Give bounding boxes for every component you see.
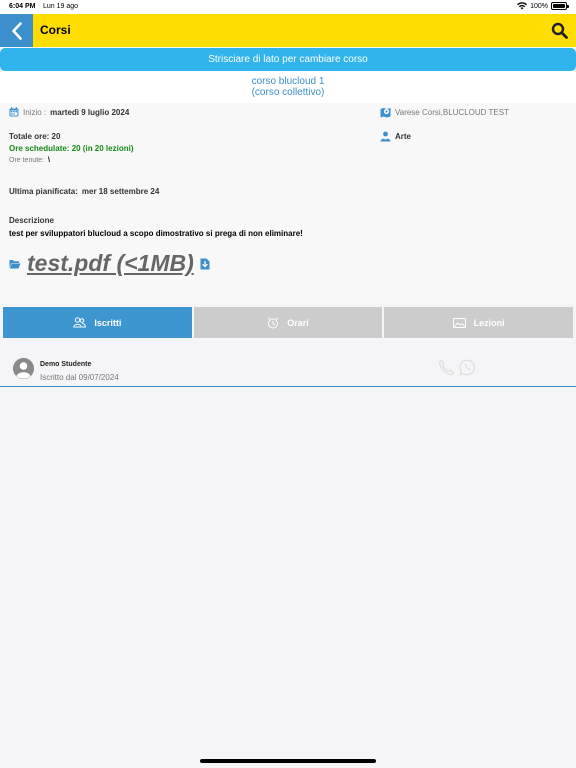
folder-open-icon xyxy=(9,259,21,268)
tab-bar: Iscritti Orari Lezioni xyxy=(3,307,574,338)
start-date: martedì 9 luglio 2024 xyxy=(50,107,130,117)
last-planned-label: Ultima pianificata: xyxy=(9,187,78,196)
subject-row: Arte xyxy=(380,131,411,142)
calendar-icon xyxy=(9,107,19,117)
back-button[interactable] xyxy=(0,14,33,47)
last-planned-row: Ultima pianificata: mer 18 settembre 24 xyxy=(9,187,159,196)
alarm-clock-icon xyxy=(267,316,279,328)
file-download-icon[interactable] xyxy=(200,258,210,270)
location-text: Varese Corsi,BLUCLOUD TEST xyxy=(395,108,509,117)
total-hours: Totale ore: 20 xyxy=(9,132,60,141)
last-planned-value: mer 18 settembre 24 xyxy=(81,187,160,196)
scheduled-hours: Ore schedulate: 20 (in 20 lezioni) xyxy=(9,144,133,153)
teacher-icon xyxy=(380,131,391,142)
subject-text: Arte xyxy=(395,132,412,141)
battery-percent: 100% xyxy=(530,2,548,10)
list-item[interactable]: Demo Studente Iscritto dal 09/07/2024 xyxy=(0,349,576,387)
course-details: corso blucloud 1 (corso collettivo) Iniz… xyxy=(0,71,576,304)
home-indicator xyxy=(200,759,376,763)
held-label: Ore tenute: xyxy=(9,157,45,164)
users-icon xyxy=(73,317,87,328)
image-icon xyxy=(452,317,466,328)
held-hours-row: Ore tenute: \ xyxy=(9,157,50,164)
user-avatar-icon xyxy=(13,358,34,379)
contact-actions xyxy=(438,359,476,376)
swipe-hint-banner: Strisciare di lato per cambiare corso xyxy=(0,48,576,71)
avatar xyxy=(13,358,34,379)
tab-orari[interactable]: Orari xyxy=(193,307,383,338)
tab-orari-label: Orari xyxy=(287,317,309,328)
chevron-left-icon xyxy=(11,21,22,40)
student-enrolled-date: Iscritto dal 09/07/2024 xyxy=(40,373,119,382)
location-row: Varese Corsi,BLUCLOUD TEST xyxy=(380,107,509,118)
held-value: \ xyxy=(48,157,50,164)
page-title: Corsi xyxy=(40,23,71,37)
description-text: test per sviluppatori blucloud a scopo d… xyxy=(9,229,303,238)
student-name: Demo Studente xyxy=(40,361,92,368)
course-info-block: Inizio : martedì 9 luglio 2024 Varese Co… xyxy=(0,103,576,304)
tab-iscritti[interactable]: Iscritti xyxy=(3,307,192,338)
search-button[interactable] xyxy=(551,22,568,39)
tab-lezioni[interactable]: Lezioni xyxy=(384,307,574,338)
attachment-row[interactable]: test.pdf (<1MB) xyxy=(9,250,210,277)
course-type: (corso collettivo) xyxy=(251,87,325,98)
status-right: 100% xyxy=(517,2,569,10)
map-pin-icon xyxy=(380,108,391,118)
status-date: Lun 19 ago xyxy=(43,3,79,10)
description-body: test per sviluppatori blucloud a scopo d… xyxy=(9,229,303,238)
phone-icon[interactable] xyxy=(438,359,455,376)
attachment-link[interactable]: test.pdf (<1MB) xyxy=(27,250,194,277)
start-date-row: Inizio : martedì 9 luglio 2024 xyxy=(9,107,129,117)
search-icon xyxy=(551,22,568,39)
start-label: Inizio : xyxy=(23,107,47,117)
battery-icon xyxy=(551,2,569,10)
description-label: Descrizione xyxy=(9,216,54,225)
wifi-icon xyxy=(517,2,528,10)
scheduled-hours-text: Ore schedulate: 20 (in 20 lezioni) xyxy=(9,144,134,153)
whatsapp-icon[interactable] xyxy=(459,359,476,376)
tab-lezioni-label: Lezioni xyxy=(473,317,505,328)
course-name: corso blucloud 1 xyxy=(251,76,325,87)
status-time: 6:04 PM xyxy=(9,3,36,10)
tab-iscritti-label: Iscritti xyxy=(94,317,122,328)
course-title-block: corso blucloud 1 (corso collettivo) xyxy=(0,76,576,98)
total-hours-text: Totale ore: 20 xyxy=(9,132,61,141)
description-label-text: Descrizione xyxy=(9,216,54,225)
nav-bar: Corsi xyxy=(0,14,576,47)
status-bar: 6:04 PM Lun 19 ago 100% xyxy=(0,0,576,14)
